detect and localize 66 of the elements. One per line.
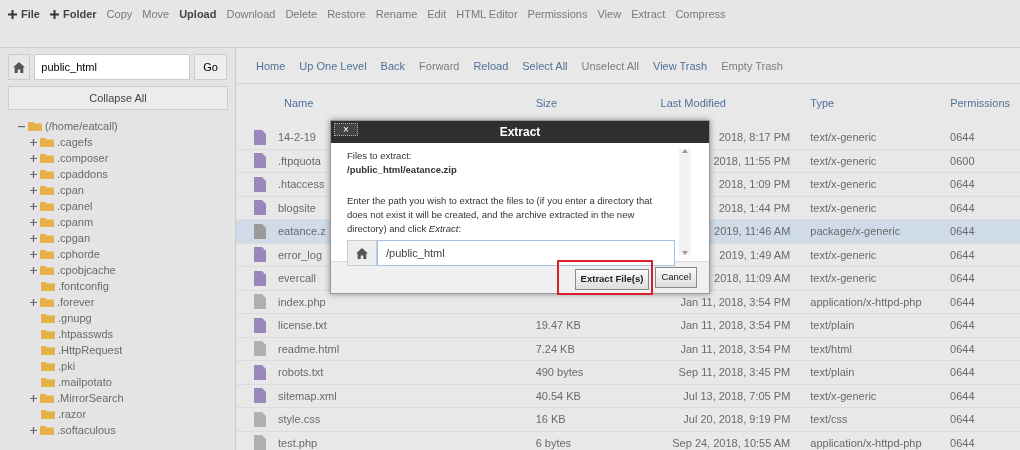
modified-date: 2018, 1:44 PM: [718, 201, 791, 214]
file-size: 7.24 KB: [535, 342, 575, 355]
permissions: 0644: [950, 295, 975, 308]
permissions: 0644: [950, 272, 975, 284]
modified-date: 2018, 11:09 AM: [714, 272, 791, 284]
permissions: 0644: [950, 413, 975, 425]
modified-date: Jan 11, 2018, 3:54 PM: [680, 342, 791, 355]
file-name: blogsite: [278, 200, 316, 216]
file-type: text/x-generic: [810, 178, 877, 190]
file-type: text/css: [810, 413, 848, 425]
modified-date: Jan 11, 2018, 3:54 PM: [680, 319, 791, 331]
permissions: 0644: [950, 366, 975, 378]
file-name: 14-2-19: [278, 130, 316, 145]
modified-date: 2019, 11:46 AM: [714, 225, 791, 237]
file-size: 40.54 KB: [535, 389, 581, 402]
file-name: readme.html: [278, 341, 340, 357]
instruction-text: Enter the path you wish to extract the files to (if you enter a directory that does not exist it will be created, and the archive extracted in the new directory) and click Extract:: [347, 193, 654, 236]
file-name: robots.txt: [278, 365, 324, 380]
permissions: 0600: [950, 154, 975, 167]
permissions: 0644: [950, 178, 975, 190]
file-type: text/x-generic: [810, 389, 877, 402]
file-size: 19.47 KB: [535, 319, 581, 331]
modified-date: 2019, 1:49 AM: [719, 248, 791, 261]
permissions: 0644: [950, 201, 975, 214]
file-type: text/x-generic: [810, 248, 877, 261]
modified-date: 2018, 11:55 PM: [713, 154, 791, 167]
file-type: text/html: [810, 342, 852, 355]
permissions: 0644: [950, 225, 975, 237]
permissions: 0644: [950, 436, 975, 449]
modified-date: Jul 20, 2018, 9:19 PM: [683, 413, 791, 425]
file-type: application/x-httpd-php: [810, 295, 922, 308]
file-type: text/plain: [810, 319, 855, 331]
file-name: index.php: [278, 294, 326, 310]
file-size: 6 bytes: [535, 436, 572, 449]
file-name: sitemap.xml: [278, 388, 337, 404]
modified-date: Jul 13, 2018, 7:05 PM: [683, 389, 791, 402]
file-type: text/x-generic: [810, 272, 877, 284]
file-size: 16 KB: [535, 413, 566, 425]
file-name: evercall: [278, 271, 316, 286]
file-type: application/x-httpd-php: [810, 436, 922, 449]
permissions: 0644: [950, 342, 975, 355]
modified-date: Sep 11, 2018, 3:45 PM: [678, 366, 791, 378]
file-size: 490 bytes: [535, 366, 584, 378]
file-name: error_log: [278, 247, 323, 263]
file-type: text/x-generic: [810, 154, 877, 167]
dialog-title: Extract: [499, 124, 541, 141]
permissions: 0644: [950, 131, 975, 143]
permissions: 0644: [950, 319, 975, 331]
file-type: text/x-generic: [810, 131, 877, 143]
permissions: 0644: [950, 389, 975, 402]
file-path: /public_html/eatance.zip: [347, 163, 458, 178]
file-type: package/x-generic: [810, 225, 901, 237]
modified-date: 2018, 1:09 PM: [718, 178, 791, 190]
file-type: text/plain: [810, 366, 855, 378]
file-name: .htaccess: [278, 177, 325, 192]
files-label: Files to extract:: [347, 149, 413, 163]
file-name: license.txt: [278, 318, 327, 333]
file-name: .ftpquota: [278, 153, 321, 169]
file-name: test.php: [278, 435, 318, 450]
file-name: style.css: [278, 412, 321, 427]
modified-date: Jan 11, 2018, 3:54 PM: [680, 295, 791, 308]
file-type: text/x-generic: [810, 201, 877, 214]
modified-date: 2018, 8:17 PM: [718, 131, 791, 143]
file-name: eatance.z: [278, 224, 326, 239]
modified-date: Sep 24, 2018, 10:55 AM: [672, 436, 791, 449]
permissions: 0644: [950, 248, 975, 261]
